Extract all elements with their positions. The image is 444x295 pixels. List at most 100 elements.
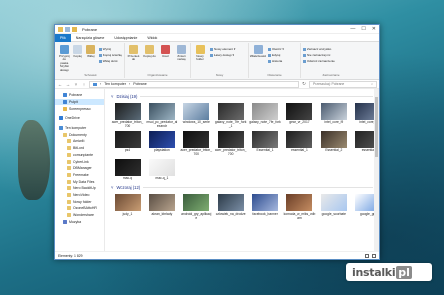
up-arrow-icon[interactable]: ↑ (81, 82, 87, 87)
file-item[interactable]: windows_10_serle (180, 102, 213, 128)
chevron-down-icon[interactable]: ˅ (111, 94, 113, 99)
group-header[interactable]: ˅ Dzisiaj (19) (111, 92, 373, 100)
nav-item[interactable]: OzoneBAttoHR (55, 205, 104, 212)
file-item[interactable]: essential_1 (283, 130, 316, 156)
file-item[interactable]: judy_1 (111, 194, 144, 220)
nav-item[interactable]: Dokumenty (55, 131, 104, 138)
paste-button[interactable]: Wklej (86, 45, 96, 58)
nav-item[interactable]: NeroVideo (55, 192, 104, 199)
file-item[interactable]: playstation (145, 130, 178, 156)
nav-item[interactable]: comunpiante (55, 152, 104, 159)
open-button[interactable]: Otwórz ▾ (268, 47, 284, 51)
file-item[interactable]: acer_predator_triton_700 (180, 130, 213, 156)
file-item[interactable]: galaxy_note_7fe_fork_1 (214, 102, 247, 128)
scrollbar-thumb[interactable] (375, 97, 378, 157)
nav-item[interactable]: DBManager (55, 165, 104, 172)
maximize-button[interactable]: ☐ (361, 26, 365, 32)
brand-suffix: pl (396, 265, 412, 279)
paste-shortcut-button[interactable]: Wklej skrót (99, 59, 122, 63)
nav-item[interactable]: Screenpresso (55, 105, 104, 112)
chevron-down-icon[interactable]: ˅ (73, 82, 79, 87)
rename-button[interactable]: Zmień nazwę (175, 45, 188, 62)
file-item[interactable]: intel_core_i9 (317, 102, 350, 128)
edit-button[interactable]: Edytuj (268, 53, 284, 57)
invert-selection-button[interactable]: Odwróć zaznaczenie (303, 59, 335, 63)
move-to-button[interactable]: Przenieś do (127, 45, 140, 62)
refresh-icon[interactable]: ↻ (301, 81, 307, 87)
copy-to-button[interactable]: Kopiuj do (143, 45, 156, 58)
nav-item[interactable]: Wondershare (55, 212, 104, 219)
search-input[interactable]: Przeszukaj: Pobrane ⌕ (309, 80, 377, 88)
nav-item[interactable]: Nero BackItUp (55, 185, 104, 192)
file-item[interactable]: facebook_banner (249, 194, 282, 220)
breadcrumb-downloads[interactable]: Pobrane (133, 82, 147, 86)
file-item[interactable]: mac-q_1 (145, 158, 178, 181)
file-item[interactable]: acer_predator_triton_700 (214, 130, 247, 156)
properties-icon[interactable] (65, 26, 70, 32)
nav-item[interactable]: BitLord (55, 145, 104, 152)
easy-access-button[interactable]: Łatwy dostęp ▾ (210, 53, 235, 57)
nav-item[interactable]: OneDrive (55, 115, 104, 122)
file-item[interactable]: acer_predator_triton_700 (111, 102, 144, 128)
chevron-down-icon[interactable]: ˅ (111, 185, 113, 190)
file-thumbnail (252, 102, 279, 120)
select-none-button[interactable]: Nie zaznaczaj nic (303, 53, 335, 57)
close-button[interactable]: ✕ (372, 26, 376, 32)
image-preview (217, 130, 244, 148)
file-item[interactable]: galaxy_note_7fe_fork (249, 102, 282, 128)
file-item[interactable]: google_scorbate (317, 194, 350, 220)
file-item[interactable]: android_gry_aplikacje (180, 194, 213, 220)
pin-quick-access-button[interactable]: Przypnij do paska Szybki dostęp (59, 45, 70, 72)
file-item[interactable]: Essential_2 (317, 130, 350, 156)
file-item[interactable]: msui_pc_predator_alexandr (145, 102, 178, 128)
folder-icon[interactable] (58, 26, 63, 32)
group-header[interactable]: ˅ Wczoraj (12) (111, 184, 373, 192)
image-preview (114, 102, 141, 120)
image-preview (114, 130, 141, 148)
copy-button[interactable]: Kopiuj (73, 45, 83, 58)
forward-arrow-icon[interactable]: → (65, 82, 71, 87)
file-item[interactable]: czlowiek_na_drodze (214, 194, 247, 220)
file-name: gear_vr_2017 (289, 120, 310, 124)
nav-item[interactable]: CyberLink (55, 158, 104, 165)
new-folder-icon[interactable] (72, 26, 77, 32)
file-item[interactable]: Essential_1 (249, 130, 282, 156)
vertical-scrollbar[interactable] (374, 89, 379, 251)
large-icons-view-icon[interactable] (372, 253, 376, 258)
breadcrumb-this-pc[interactable]: Ten komputer (104, 82, 126, 86)
file-item[interactable]: komoda_w_miks_vdbam (283, 194, 316, 220)
select-all-button[interactable]: Zaznacz wszystko (303, 47, 335, 51)
nav-item[interactable]: Pulpit (55, 98, 104, 106)
file-item[interactable]: mac-q (111, 158, 144, 181)
address-bar[interactable]: › Ten komputer › Pobrane (89, 80, 299, 88)
file-item[interactable]: gear_vr_2017 (283, 102, 316, 128)
nav-item[interactable]: Nowy folder (55, 198, 104, 205)
new-item-button[interactable]: Nowy element ▾ (210, 47, 235, 51)
nav-item[interactable]: My Data Files (55, 178, 104, 185)
back-arrow-icon[interactable]: ← (57, 82, 63, 87)
tab-file[interactable]: Plik (55, 33, 71, 42)
rename-icon (177, 45, 186, 54)
new-folder-button[interactable]: Nowy folder (193, 45, 207, 62)
history-button[interactable]: Historia (268, 59, 284, 63)
nav-item[interactable]: Muzyka (55, 218, 104, 225)
properties-button[interactable]: Właściwości (250, 45, 266, 58)
image-preview (252, 130, 279, 148)
tab-home[interactable]: Narzędzia główne (71, 34, 110, 42)
cut-button[interactable]: Wytnij (99, 47, 122, 51)
nav-item[interactable]: Ten komputer (55, 125, 104, 132)
file-item[interactable]: ps4 (111, 130, 144, 156)
nav-item[interactable]: Amiw4t (55, 138, 104, 145)
tab-share[interactable]: Udostępnianie (109, 34, 142, 42)
nav-item[interactable]: Pobrane (55, 92, 104, 99)
minimize-button[interactable]: — (350, 26, 355, 32)
nav-item[interactable]: Freemake (55, 172, 104, 179)
file-thumbnail (183, 194, 210, 212)
tab-view[interactable]: Widok (142, 34, 162, 42)
copy-path-button[interactable]: Kopiuj ścieżkę (99, 53, 122, 57)
nav-item-label: CyberLink (73, 159, 89, 164)
details-view-icon[interactable] (365, 253, 369, 258)
file-item[interactable]: akran_kbrlady (145, 194, 178, 220)
delete-button[interactable]: Usuń (159, 45, 172, 58)
image-preview (252, 102, 279, 120)
